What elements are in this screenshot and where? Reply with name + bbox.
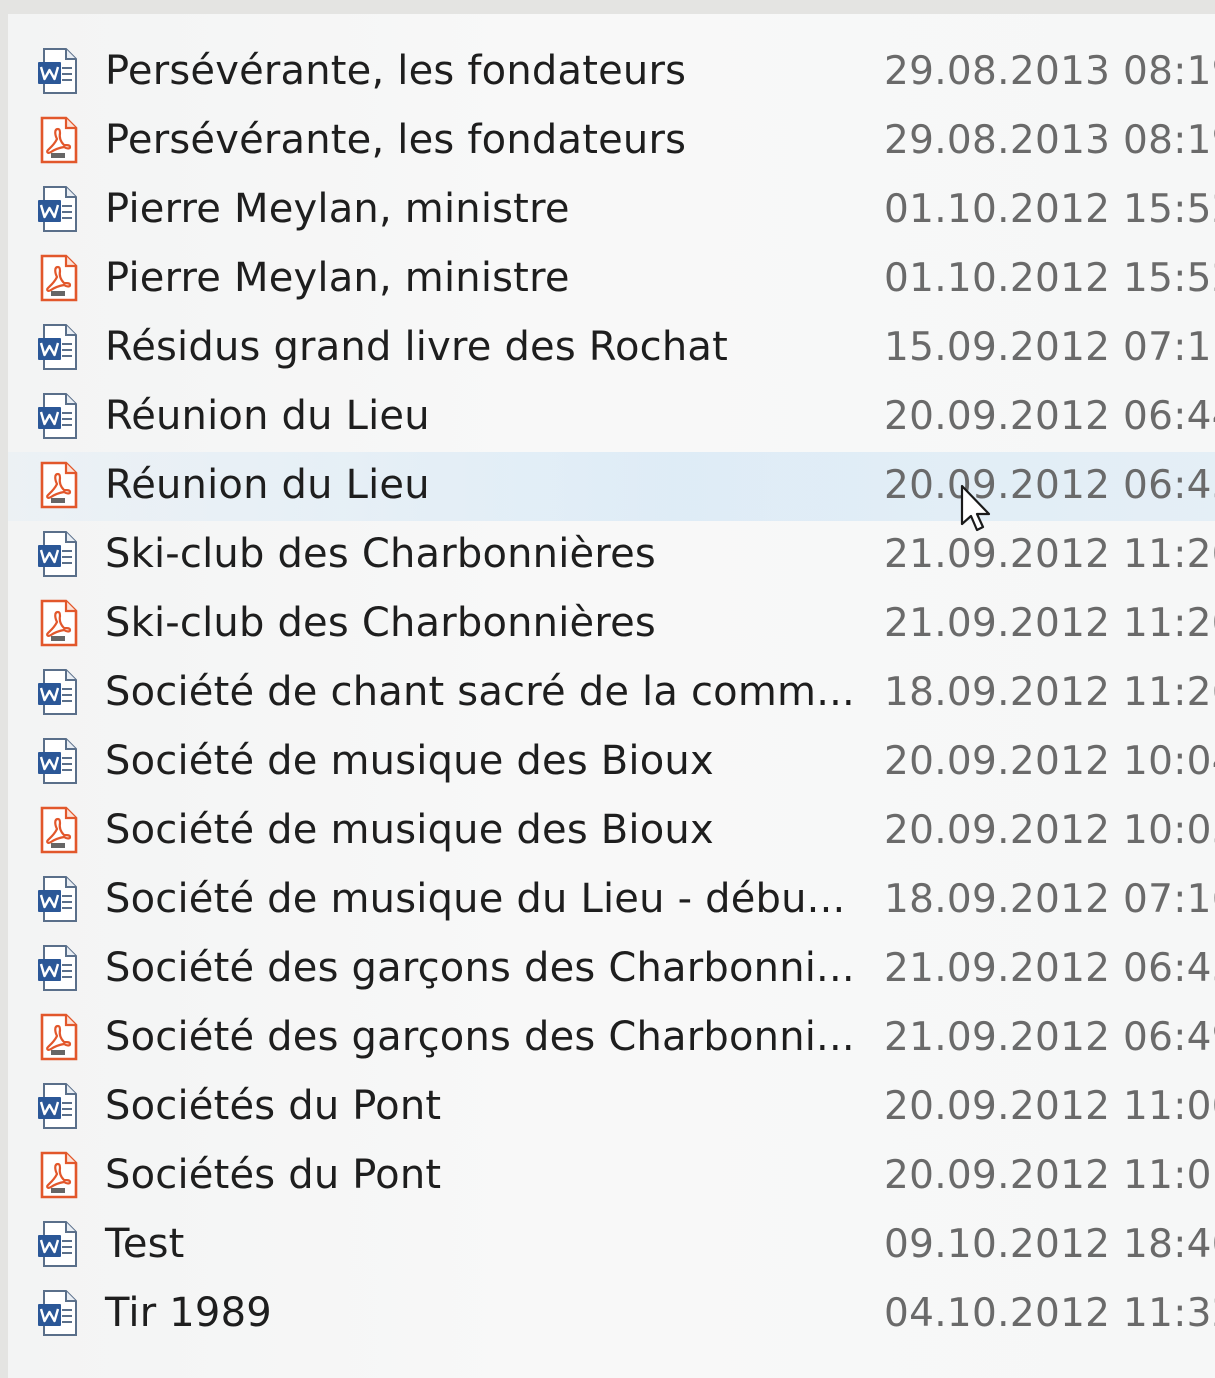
pdf-document-icon [36, 115, 80, 165]
file-explorer-view: Persévérante, les fondateurs 29.08.2013 0… [8, 14, 1215, 1378]
file-row[interactable]: Résidus grand livre des Rochat 15.09.2012… [8, 314, 1215, 383]
file-modified-date: 20.09.2012 10:05 [884, 808, 1215, 853]
file-name: Société de chant sacré de la comm... [105, 669, 855, 715]
file-name: Résidus grand livre des Rochat [105, 324, 729, 370]
file-modified-date: 15.09.2012 07:11 [884, 325, 1215, 370]
file-modified-date: 21.09.2012 11:20 [884, 601, 1215, 646]
file-row[interactable]: Pierre Meylan, ministre 01.10.2012 15:52 [8, 245, 1215, 314]
mouse-cursor-icon [958, 484, 994, 544]
file-name: Test [105, 1221, 185, 1267]
file-name: Ski-club des Charbonnières [105, 531, 656, 577]
file-modified-date: 29.08.2013 08:19 [884, 49, 1215, 94]
file-row[interactable]: Pierre Meylan, ministre 01.10.2012 15:52 [8, 176, 1215, 245]
file-modified-date: 21.09.2012 11:20 [884, 532, 1215, 577]
file-name: Persévérante, les fondateurs [105, 48, 687, 94]
file-row[interactable]: Tir 1989 04.10.2012 11:32 [8, 1280, 1215, 1349]
file-row[interactable]: Persévérante, les fondateurs 29.08.2013 0… [8, 38, 1215, 107]
file-modified-date: 20.09.2012 11:01 [884, 1153, 1215, 1198]
pdf-document-icon [36, 460, 80, 510]
file-name: Réunion du Lieu [105, 462, 430, 508]
file-name: Société de musique du Lieu - débu... [105, 876, 846, 922]
file-modified-date: 01.10.2012 15:52 [884, 187, 1215, 232]
file-row[interactable]: Ski-club des Charbonnières 21.09.2012 11:… [8, 521, 1215, 590]
file-row[interactable]: Société de musique des Bioux 20.09.2012 1… [8, 728, 1215, 797]
word-document-icon [36, 322, 80, 372]
word-document-icon [36, 667, 80, 717]
file-name: Ski-club des Charbonnières [105, 600, 656, 646]
file-modified-date: 29.08.2013 08:19 [884, 118, 1215, 163]
file-name: Pierre Meylan, ministre [105, 186, 570, 232]
word-document-icon [36, 184, 80, 234]
word-document-icon [36, 46, 80, 96]
pdf-document-icon [36, 253, 80, 303]
file-name: Société des garçons des Charbonni... [105, 1014, 855, 1060]
pdf-document-icon [36, 805, 80, 855]
pdf-document-icon [36, 598, 80, 648]
file-name: Sociétés du Pont [105, 1152, 442, 1198]
file-modified-date: 20.09.2012 10:04 [884, 739, 1215, 784]
word-document-icon [36, 1288, 80, 1338]
file-name: Société des garçons des Charbonni... [105, 945, 855, 991]
file-modified-date: 20.09.2012 06:45 [884, 463, 1215, 508]
pdf-document-icon [36, 1012, 80, 1062]
word-document-icon [36, 736, 80, 786]
file-row[interactable]: Ski-club des Charbonnières 21.09.2012 11:… [8, 590, 1215, 659]
file-name: Société de musique des Bioux [105, 807, 714, 853]
file-row[interactable]: Société des garçons des Charbonni... 21.0… [8, 1004, 1215, 1073]
file-row[interactable]: Réunion du Lieu 20.09.2012 06:44 [8, 383, 1215, 452]
pdf-document-icon [36, 1150, 80, 1200]
word-document-icon [36, 529, 80, 579]
word-document-icon [36, 1219, 80, 1269]
file-list: Persévérante, les fondateurs 29.08.2013 0… [8, 38, 1215, 1349]
file-modified-date: 21.09.2012 06:45 [884, 946, 1215, 991]
word-document-icon [36, 943, 80, 993]
word-document-icon [36, 391, 80, 441]
file-row[interactable]: Société de musique du Lieu - débu... 18.0… [8, 866, 1215, 935]
file-name: Pierre Meylan, ministre [105, 255, 570, 301]
file-row[interactable]: Société des garçons des Charbonni... 21.0… [8, 935, 1215, 1004]
file-name: Tir 1989 [105, 1290, 272, 1336]
file-name: Sociétés du Pont [105, 1083, 442, 1129]
file-modified-date: 09.10.2012 18:40 [884, 1222, 1215, 1267]
file-row[interactable]: Société de musique des Bioux 20.09.2012 1… [8, 797, 1215, 866]
file-row[interactable]: Test 09.10.2012 18:40 [8, 1211, 1215, 1280]
file-row[interactable]: Société de chant sacré de la comm... 18.0… [8, 659, 1215, 728]
file-modified-date: 01.10.2012 15:52 [884, 256, 1215, 301]
file-modified-date: 20.09.2012 11:00 [884, 1084, 1215, 1129]
file-modified-date: 04.10.2012 11:32 [884, 1291, 1215, 1336]
file-modified-date: 20.09.2012 06:44 [884, 394, 1215, 439]
file-modified-date: 18.09.2012 07:16 [884, 877, 1215, 922]
file-name: Persévérante, les fondateurs [105, 117, 687, 163]
word-document-icon [36, 1081, 80, 1131]
word-document-icon [36, 874, 80, 924]
file-row[interactable]: Persévérante, les fondateurs 29.08.2013 0… [8, 107, 1215, 176]
file-modified-date: 21.09.2012 06:49 [884, 1015, 1215, 1060]
file-row[interactable]: Réunion du Lieu 20.09.2012 06:45 [8, 452, 1215, 521]
file-row[interactable]: Sociétés du Pont 20.09.2012 11:00 [8, 1073, 1215, 1142]
file-modified-date: 18.09.2012 11:26 [884, 670, 1215, 715]
file-name: Réunion du Lieu [105, 393, 430, 439]
file-row[interactable]: Sociétés du Pont 20.09.2012 11:01 [8, 1142, 1215, 1211]
file-name: Société de musique des Bioux [105, 738, 714, 784]
